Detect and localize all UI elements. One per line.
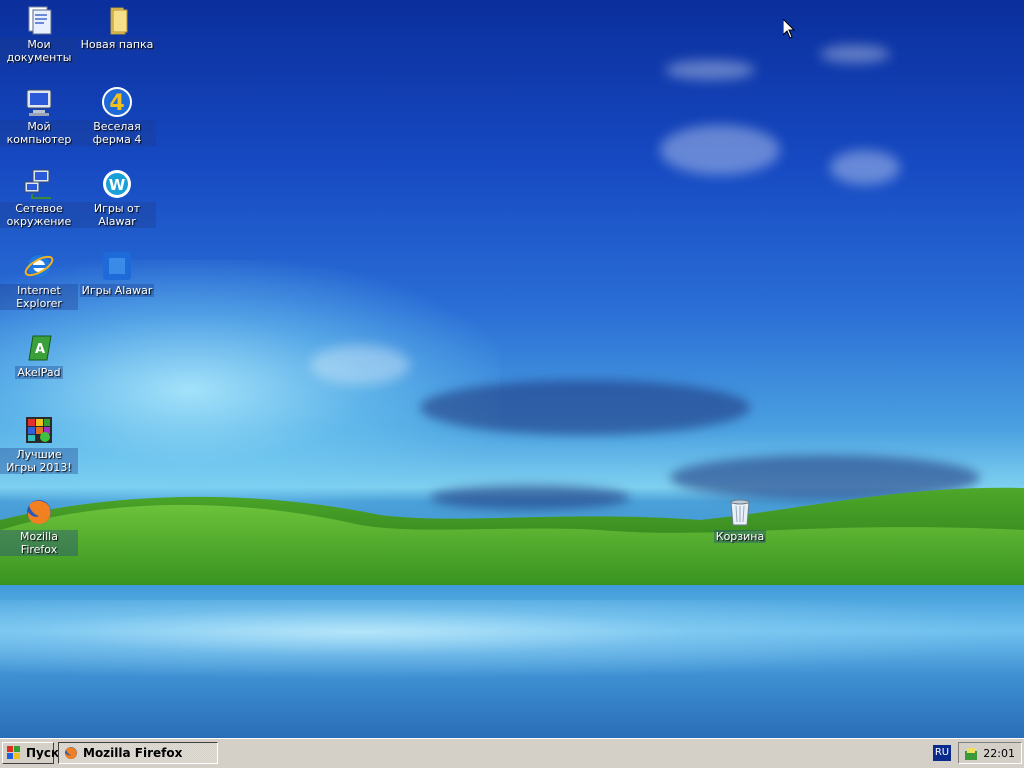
tray-app-icon[interactable] <box>963 746 979 762</box>
cloud <box>820 45 890 63</box>
desktop-icon-alawar-games[interactable]: Игры Alawar <box>78 250 156 297</box>
recycle-bin-icon <box>724 496 756 528</box>
language-indicator[interactable]: RU <box>933 745 951 761</box>
task-label: Mozilla Firefox <box>83 746 183 760</box>
hills <box>0 487 1024 600</box>
start-label: Пуск <box>26 746 60 760</box>
cloud <box>420 380 750 435</box>
icon-label: Игры Alawar <box>79 284 155 297</box>
cloud <box>830 150 900 185</box>
cloud <box>665 60 755 80</box>
icon-label: Игры от Alawar <box>78 202 156 228</box>
icon-label: Новая папка <box>78 38 156 51</box>
icon-label: AkelPad <box>15 366 63 379</box>
cloud <box>660 125 780 175</box>
taskbar-button-firefox[interactable]: Mozilla Firefox <box>58 742 218 764</box>
desktop-icon-alawar[interactable]: W Игры от Alawar <box>78 168 156 228</box>
desktop-icon-my-computer[interactable]: Мой компьютер <box>0 86 78 146</box>
alawar-icon: W <box>101 168 133 200</box>
icon-label: Internet Explorer <box>0 284 78 310</box>
icon-label: Лучшие Игры 2013! <box>0 448 78 474</box>
cloud <box>310 345 410 385</box>
icon-label: Сетевое окружение <box>0 202 78 228</box>
akelpad-icon: A <box>23 332 55 364</box>
desktop[interactable]: Мои документы Мой компьютер Сетевое окру… <box>0 0 1024 738</box>
desktop-icon-internet-explorer[interactable]: Internet Explorer <box>0 250 78 310</box>
clock[interactable]: 22:01 <box>983 747 1015 760</box>
svg-text:4: 4 <box>109 91 124 116</box>
start-button[interactable]: Пуск <box>2 742 59 764</box>
svg-text:W: W <box>109 176 126 194</box>
icon-label: Мой компьютер <box>0 120 78 146</box>
alawar-games-icon <box>101 250 133 282</box>
network-icon <box>23 168 55 200</box>
desktop-icon-firefox[interactable]: Mozilla Firefox <box>0 496 78 556</box>
mouse-cursor-icon <box>783 19 795 39</box>
farm-game-icon: 4 <box>101 86 133 118</box>
system-tray: 22:01 <box>958 742 1022 764</box>
icon-label: Mozilla Firefox <box>0 530 78 556</box>
folder-icon <box>101 4 133 36</box>
desktop-icon-farm-game[interactable]: 4 Веселая ферма 4 <box>78 86 156 146</box>
desktop-icon-recycle-bin[interactable]: Корзина <box>701 496 779 543</box>
icon-label: Мои документы <box>0 38 78 64</box>
lake-reflection <box>0 600 1024 680</box>
desktop-icon-my-documents[interactable]: Мои документы <box>0 4 78 64</box>
taskbar: Пуск Mozilla Firefox RU 22:01 <box>0 738 1024 768</box>
desktop-icon-akelpad[interactable]: A AkelPad <box>0 332 78 379</box>
firefox-icon <box>23 496 55 528</box>
my-documents-icon <box>23 4 55 36</box>
desktop-icon-new-folder[interactable]: Новая папка <box>78 4 156 51</box>
firefox-icon <box>65 747 77 759</box>
icon-label: Корзина <box>713 530 767 543</box>
desktop-icon-network[interactable]: Сетевое окружение <box>0 168 78 228</box>
svg-text:A: A <box>35 342 45 357</box>
internet-explorer-icon <box>23 250 55 282</box>
windows-logo-icon <box>7 746 20 759</box>
my-computer-icon <box>23 86 55 118</box>
icon-label: Веселая ферма 4 <box>78 120 156 146</box>
best-games-icon <box>23 414 55 446</box>
desktop-icon-best-games[interactable]: Лучшие Игры 2013! <box>0 414 78 474</box>
